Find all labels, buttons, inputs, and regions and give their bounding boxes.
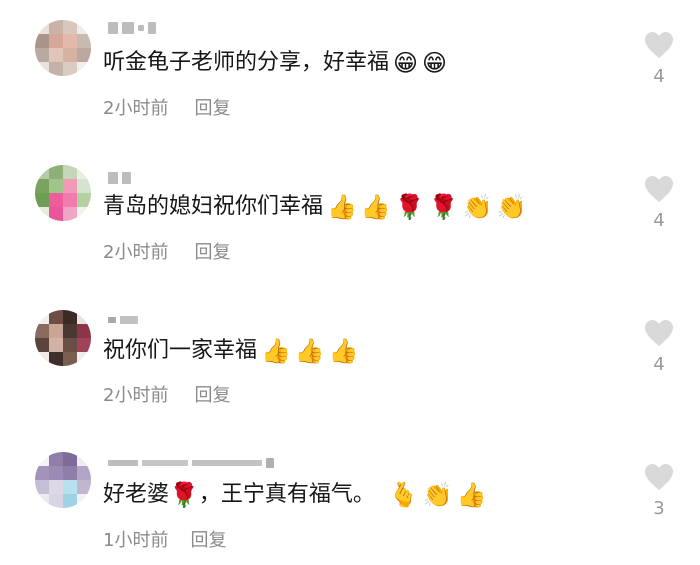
avatar[interactable] xyxy=(35,20,91,76)
like-count: 4 xyxy=(653,66,665,87)
avatar[interactable] xyxy=(35,165,91,221)
like-button[interactable]: 4 xyxy=(636,30,682,87)
heart-icon xyxy=(645,320,673,346)
like-button[interactable]: 4 xyxy=(636,174,682,231)
like-count: 4 xyxy=(653,210,665,231)
like-button[interactable]: 3 xyxy=(636,462,682,519)
clapping-emoji: 👏 xyxy=(462,193,493,221)
username[interactable] xyxy=(108,312,138,328)
grinning-emoji: 😁 xyxy=(393,49,419,77)
comment-text-content: 听金龟子老师的分享，好幸福 xyxy=(103,50,390,75)
reply-button[interactable]: 回复 xyxy=(194,242,230,263)
comment-text-content: 青岛的媳妇祝你们幸福 xyxy=(103,194,324,219)
heart-icon xyxy=(645,32,673,58)
like-count: 3 xyxy=(653,498,665,519)
thumbs-up-emoji: 👍 xyxy=(294,337,325,365)
rose-emoji: 🌹 xyxy=(394,193,425,221)
comment-text: 听金龟子老师的分享，好幸福 😁 😁 xyxy=(103,48,447,78)
comment-time: 2小时前 xyxy=(103,385,169,406)
avatar[interactable] xyxy=(35,310,91,366)
comment-time: 2小时前 xyxy=(103,98,169,119)
rose-emoji: 🌹 xyxy=(428,193,459,221)
thumbs-up-emoji: 👍 xyxy=(261,337,291,365)
username[interactable] xyxy=(108,455,274,471)
clapping-emoji: 👏 xyxy=(496,193,527,221)
comment-text: 祝你们一家幸福 👍 👍 👍 xyxy=(103,336,359,366)
comment-meta: 2小时前 回复 xyxy=(103,238,230,264)
grinning-emoji: 😁 xyxy=(422,49,448,77)
comment-time: 1小时前 xyxy=(103,530,169,551)
comment-text: 青岛的媳妇祝你们幸福 👍 👍 🌹 🌹 👏 👏 xyxy=(103,192,526,222)
username[interactable] xyxy=(108,170,131,186)
thumbs-up-emoji: 👍 xyxy=(327,193,357,221)
comment-meta: 2小时前 回复 xyxy=(103,94,230,120)
thumbs-up-emoji: 👍 xyxy=(360,193,391,221)
thumbs-up-emoji: 👍 xyxy=(456,481,487,509)
rose-emoji: 🌹 xyxy=(169,481,199,509)
heart-icon xyxy=(645,176,673,202)
like-button[interactable]: 4 xyxy=(636,318,682,375)
finger-heart-emoji: 🫰 xyxy=(388,481,419,509)
heart-icon xyxy=(645,464,673,490)
comment-text-content: 祝你们一家幸福 xyxy=(103,338,258,363)
comment-text: 好老婆 🌹 ，王宁真有福气。 🫰 👏 👍 xyxy=(103,480,487,510)
thumbs-up-emoji: 👍 xyxy=(328,337,359,365)
comment-text-after: ，王宁真有福气。 xyxy=(198,482,375,507)
comment-meta: 1小时前 回复 xyxy=(103,526,226,552)
clapping-emoji: 👏 xyxy=(422,481,453,509)
reply-button[interactable]: 回复 xyxy=(194,98,230,119)
comment-text-before: 好老婆 xyxy=(103,482,170,507)
username[interactable] xyxy=(108,20,156,36)
reply-button[interactable]: 回复 xyxy=(194,385,230,406)
avatar[interactable] xyxy=(35,452,91,508)
like-count: 4 xyxy=(653,354,665,375)
comment-meta: 2小时前 回复 xyxy=(103,381,230,407)
reply-button[interactable]: 回复 xyxy=(190,530,226,551)
comment-time: 2小时前 xyxy=(103,242,169,263)
